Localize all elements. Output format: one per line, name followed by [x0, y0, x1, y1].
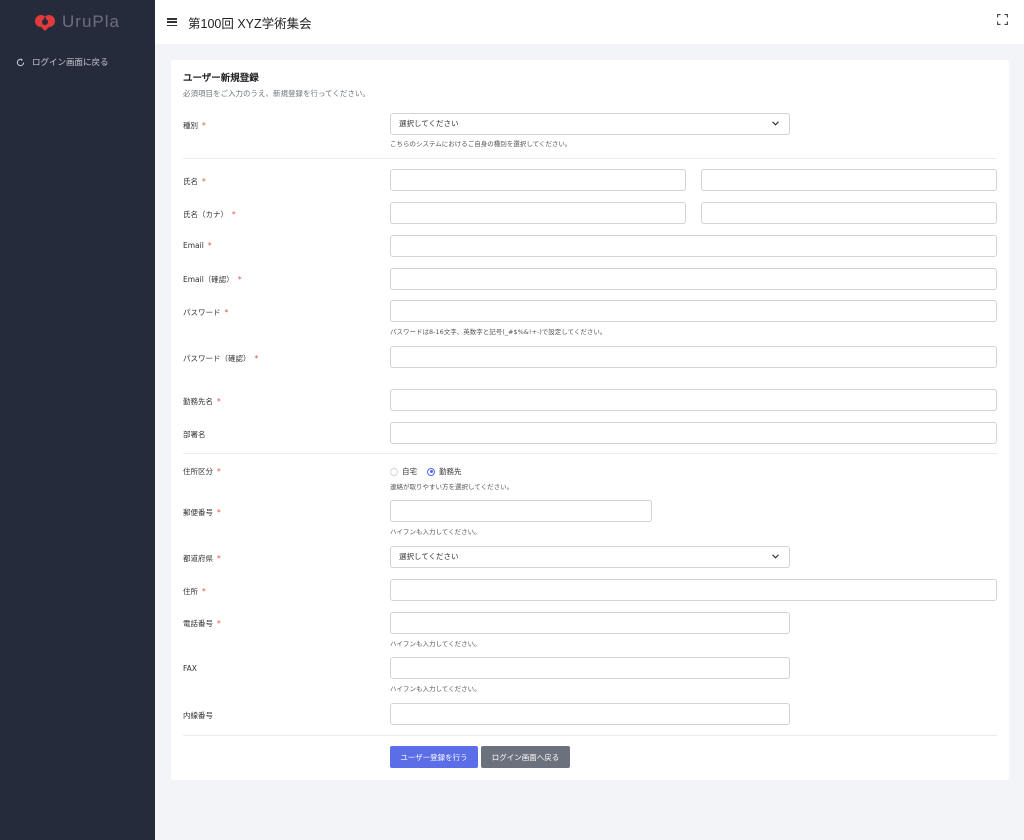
address-label: 住所 *	[183, 587, 206, 596]
first-name-kana-input[interactable]	[701, 202, 997, 224]
company-input[interactable]	[390, 389, 997, 411]
chevron-down-icon	[772, 554, 779, 559]
prefecture-label: 都道府県 *	[183, 554, 221, 563]
address-type-work-radio[interactable]	[427, 467, 435, 476]
form-title: ユーザー新規登録	[183, 73, 259, 84]
password-help: パスワードは8-16文字、英数字と記号(_#$%&!+-)で設定してください。	[390, 328, 607, 336]
email-confirm-label: Email（確認） *	[183, 275, 242, 284]
extension-label: 内線番号	[183, 711, 213, 720]
extension-input[interactable]	[390, 703, 790, 725]
address-type-work-label[interactable]: 勤務先	[439, 466, 462, 477]
first-name-input[interactable]	[701, 169, 997, 191]
prefecture-select[interactable]: 選択してください	[390, 546, 790, 568]
company-label: 勤務先名 *	[183, 397, 221, 406]
name-label: 氏名 *	[183, 177, 206, 186]
menu-icon[interactable]	[167, 18, 177, 26]
email-label: Email *	[183, 241, 212, 250]
department-input[interactable]	[390, 422, 997, 444]
email-confirm-input[interactable]	[390, 268, 997, 290]
phone-input[interactable]	[390, 612, 790, 634]
logo-icon	[35, 15, 55, 31]
form-subtitle: 必須項目をご入力のうえ、新規登録を行ってください。	[183, 89, 370, 98]
phone-help: ハイフンも入力してください。	[390, 640, 481, 648]
sidebar-item-back-to-login[interactable]: ログイン画面に戻る	[0, 56, 155, 68]
address-type-radio-group: 自宅 勤務先	[390, 466, 462, 477]
password-input[interactable]	[390, 300, 997, 322]
fax-input[interactable]	[390, 657, 790, 679]
last-name-input[interactable]	[390, 169, 686, 191]
type-help: こちらのシステムにおけるご自身の種別を選択してください。	[390, 140, 572, 148]
last-name-kana-input[interactable]	[390, 202, 686, 224]
password-confirm-input[interactable]	[390, 346, 997, 368]
fullscreen-icon[interactable]	[997, 14, 1008, 25]
department-label: 部署名	[183, 430, 206, 439]
password-confirm-label: パスワード（確認） *	[183, 354, 259, 363]
logo-text: UruPla	[62, 12, 120, 31]
sidebar-item-label: ログイン画面に戻る	[32, 58, 109, 68]
address-type-label: 住所区分 *	[183, 467, 221, 476]
type-select-value: 選択してください	[399, 119, 459, 128]
email-input[interactable]	[390, 235, 997, 257]
refresh-icon	[16, 58, 25, 66]
divider	[183, 453, 997, 454]
divider	[183, 158, 997, 159]
top-header: 第100回 XYZ学術集会	[155, 0, 1024, 44]
logo: UruPla	[0, 0, 155, 44]
type-select[interactable]: 選択してください	[390, 113, 790, 135]
prefecture-select-value: 選択してください	[399, 552, 459, 561]
fax-label: FAX	[183, 664, 197, 673]
phone-label: 電話番号 *	[183, 619, 221, 628]
divider	[183, 735, 997, 736]
type-label: 種別 *	[183, 121, 206, 130]
address-type-home-label[interactable]: 自宅	[402, 466, 417, 477]
kana-label: 氏名（カナ） *	[183, 210, 236, 219]
fax-help: ハイフンも入力してください。	[390, 685, 481, 693]
postal-code-input[interactable]	[390, 500, 652, 522]
register-user-button[interactable]: ユーザー登録を行う	[390, 746, 478, 768]
sidebar: UruPla ログイン画面に戻る	[0, 0, 155, 840]
registration-form-card: ユーザー新規登録 必須項目をご入力のうえ、新規登録を行ってください。 種別 * 選…	[171, 60, 1009, 780]
address-type-home-radio[interactable]	[390, 467, 398, 476]
password-label: パスワード *	[183, 308, 229, 317]
postal-label: 郵便番号 *	[183, 508, 221, 517]
back-to-login-button[interactable]: ログイン画面へ戻る	[481, 746, 570, 768]
chevron-down-icon	[772, 121, 779, 126]
page-title: 第100回 XYZ学術集会	[188, 16, 312, 31]
postal-help: ハイフンも入力してください。	[390, 528, 481, 536]
address-input[interactable]	[390, 579, 997, 601]
address-type-help: 連絡が取りやすい方を選択してください。	[390, 483, 514, 491]
